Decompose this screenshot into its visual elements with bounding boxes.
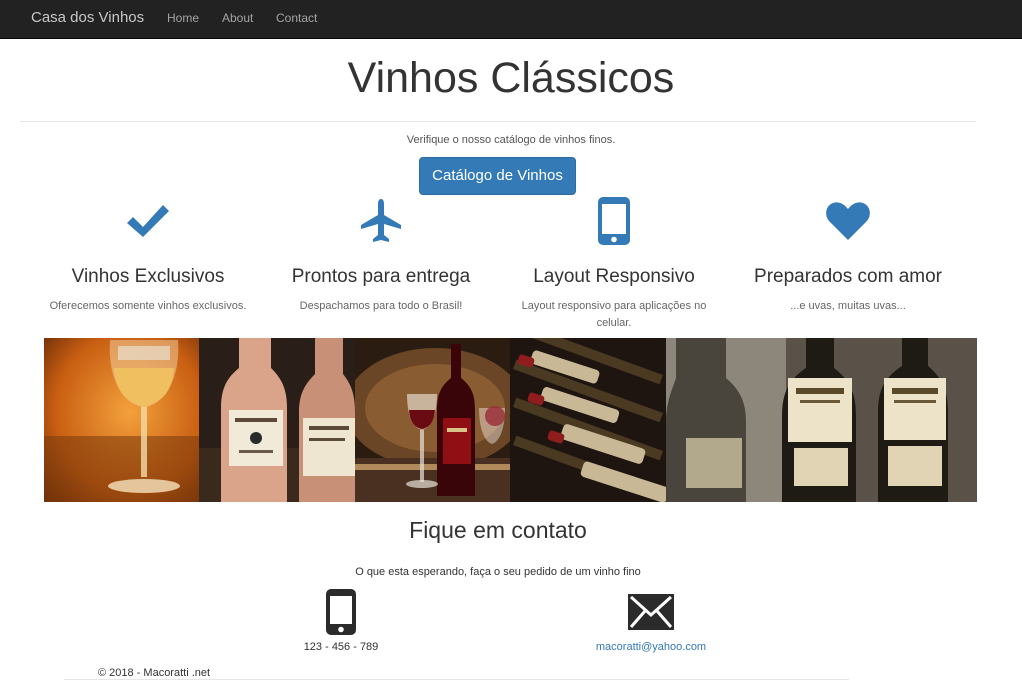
contact-title: Fique em contato (409, 517, 587, 543)
feature-text: Despachamos para todo o Brasil! (299, 300, 463, 312)
feature-responsive: Layout Responsivo Layout responsivo para… (499, 195, 729, 332)
rose-wine-bottles-photo (199, 338, 355, 502)
heart-icon (733, 195, 963, 247)
nav-link-home[interactable]: Home (167, 11, 199, 25)
feature-title: Preparados com amor (754, 266, 942, 287)
email-link[interactable]: macoratti@yahoo.com (596, 641, 706, 653)
nav-link-about[interactable]: About (222, 11, 253, 25)
wine-rack-bottles-photo (510, 338, 670, 502)
email-line: macoratti@yahoo.com (551, 641, 751, 653)
feature-delivery: Prontos para entrega Despachamos para to… (266, 195, 496, 315)
mobile-phone-icon (241, 587, 441, 637)
phone-number: 123 - 456 - 789 (303, 641, 379, 653)
footer-divider (64, 679, 849, 680)
contact-lead: O que esta esperando, faça o seu pedido … (355, 566, 641, 578)
footer-copyright: © 2018 - Macoratti .net (98, 667, 211, 679)
wine-photo-gallery (44, 338, 977, 502)
hero-lead: Verifique o nosso catálogo de vinhos fin… (406, 134, 616, 146)
feature-text: Layout responsivo para aplicações no cel… (521, 300, 707, 329)
brand-link[interactable]: Casa dos Vinhos (31, 9, 144, 26)
catalog-button[interactable]: Catálogo de Vinhos (419, 157, 576, 195)
title-divider (20, 121, 976, 122)
page-title: Vinhos Clássicos (347, 54, 675, 102)
wine-glass-photo (44, 338, 199, 502)
checkmark-icon (33, 195, 263, 247)
airplane-icon (266, 195, 496, 247)
top-navbar: Casa dos Vinhos Home About Contact (0, 0, 1022, 39)
feature-title: Layout Responsivo (533, 266, 695, 287)
envelope-icon (551, 587, 751, 637)
contact-phone: 123 - 456 - 789 (241, 587, 441, 653)
joullian-bottles-photo (666, 338, 977, 502)
mobile-phone-icon (499, 195, 729, 247)
feature-love: Preparados com amor ...e uvas, muitas uv… (733, 195, 963, 315)
feature-text: ...e uvas, muitas uvas... (790, 300, 906, 312)
feature-exclusive: Vinhos Exclusivos Oferecemos somente vin… (33, 195, 263, 315)
feature-title: Prontos para entrega (291, 266, 471, 287)
feature-title: Vinhos Exclusivos (71, 266, 225, 287)
red-wine-barrel-photo (345, 338, 525, 502)
feature-text: Oferecemos somente vinhos exclusivos. (49, 300, 247, 312)
contact-email: macoratti@yahoo.com (551, 587, 751, 653)
nav-link-contact[interactable]: Contact (276, 11, 317, 25)
